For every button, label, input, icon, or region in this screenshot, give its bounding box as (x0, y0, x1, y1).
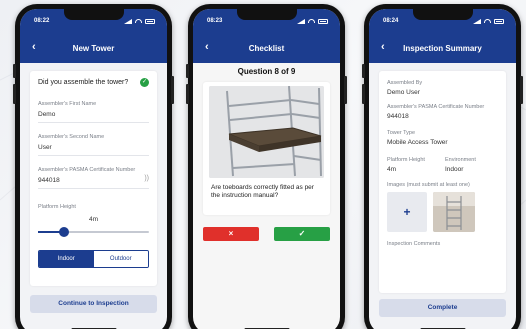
comments-label: Inspection Comments (387, 241, 441, 247)
plus-icon: + (403, 205, 411, 219)
nfc-icon[interactable]: )) (144, 175, 149, 182)
tower-thumbnail[interactable] (433, 192, 475, 232)
signal-icon (473, 18, 481, 24)
wifi-icon (484, 19, 491, 23)
battery-icon (494, 18, 504, 24)
check-circle-icon[interactable]: ✓ (140, 78, 149, 87)
pasma-field[interactable]: Assembler's PASMA Certificate Number 944… (38, 167, 149, 189)
question-text: Are toeboards correctly fitted as per th… (211, 184, 314, 199)
check-icon: ✓ (298, 229, 306, 238)
phone-inspection-summary: 08:24 ‹ Inspection Summary Assembled By … (362, 4, 523, 329)
screen: 08:23 ‹ Checklist Question 8 of 9 Are to… (193, 9, 340, 329)
height-value: 4m (387, 166, 397, 173)
pasma-label: Assembler's PASMA Certificate Number (387, 104, 485, 110)
environment-label: Environment (445, 157, 476, 163)
status-time: 08:23 (207, 18, 223, 24)
yes-button[interactable]: ✓ (274, 227, 330, 241)
second-name-label: Assembler's Second Name (38, 134, 105, 140)
pasma-value: 944018 (38, 177, 60, 184)
assemble-question: Did you assemble the tower? (38, 79, 129, 86)
signal-icon (297, 18, 305, 24)
continue-button[interactable]: Continue to Inspection (30, 295, 157, 313)
height-label: Platform Height (387, 157, 425, 163)
battery-icon (318, 18, 328, 24)
page-title: Checklist (248, 43, 285, 53)
first-name-field[interactable]: Assembler's First Name Demo (38, 101, 149, 123)
close-icon: × (228, 229, 234, 238)
tower-type-label: Tower Type (387, 130, 416, 136)
environment-toggle[interactable]: Indoor Outdoor (38, 250, 149, 268)
add-image-button[interactable]: + (387, 192, 427, 232)
back-icon[interactable]: ‹ (32, 41, 36, 53)
header: 08:24 ‹ Inspection Summary (369, 9, 516, 63)
height-value: 4m (88, 216, 99, 223)
assembled-by-label: Assembled By (387, 80, 423, 86)
images-label: Images (must submit at least one) (387, 182, 470, 188)
pasma-value: 944018 (387, 113, 409, 120)
tower-thumbnail-image (433, 192, 475, 232)
complete-button[interactable]: Complete (379, 299, 506, 317)
status-time: 08:24 (383, 18, 399, 24)
outdoor-option[interactable]: Outdoor (93, 251, 148, 267)
first-name-value: Demo (38, 111, 56, 118)
height-label: Platform Height (38, 204, 76, 210)
back-icon[interactable]: ‹ (381, 41, 385, 53)
height-slider-thumb[interactable] (59, 227, 69, 237)
environment-value: Indoor (445, 166, 464, 173)
header: 08:22 ‹ New Tower (20, 9, 167, 63)
indoor-option[interactable]: Indoor (39, 251, 94, 267)
second-name-field[interactable]: Assembler's Second Name User (38, 134, 149, 156)
page-title: Inspection Summary (403, 43, 482, 53)
status-time: 08:22 (34, 18, 50, 24)
screen: 08:24 ‹ Inspection Summary Assembled By … (369, 9, 516, 329)
pasma-label: Assembler's PASMA Certificate Number (38, 167, 136, 173)
question-card: Are toeboards correctly fitted as per th… (203, 82, 330, 215)
summary-card: Assembled By Demo User Assembler's PASMA… (379, 71, 506, 293)
wifi-icon (135, 19, 142, 23)
phone-checklist: 08:23 ‹ Checklist Question 8 of 9 Are to… (186, 4, 347, 329)
second-name-value: User (38, 144, 52, 151)
page-title: New Tower (72, 43, 115, 53)
back-icon[interactable]: ‹ (205, 41, 209, 53)
phone-new-tower: 08:22 ‹ New Tower Did you assemble the t… (13, 4, 174, 329)
assembled-by-value: Demo User (387, 89, 420, 96)
screen: 08:22 ‹ New Tower Did you assemble the t… (20, 9, 167, 329)
scaffold-image (209, 86, 324, 178)
wifi-icon (308, 19, 315, 23)
tower-photo (209, 86, 324, 178)
no-button[interactable]: × (203, 227, 259, 241)
first-name-label: Assembler's First Name (38, 101, 97, 107)
signal-icon (124, 18, 132, 24)
form-card: Did you assemble the tower? ✓ Assembler'… (30, 71, 157, 286)
tower-type-value: Mobile Access Tower (387, 139, 448, 146)
question-counter: Question 8 of 9 (237, 67, 296, 76)
header: 08:23 ‹ Checklist (193, 9, 340, 63)
battery-icon (145, 18, 155, 24)
